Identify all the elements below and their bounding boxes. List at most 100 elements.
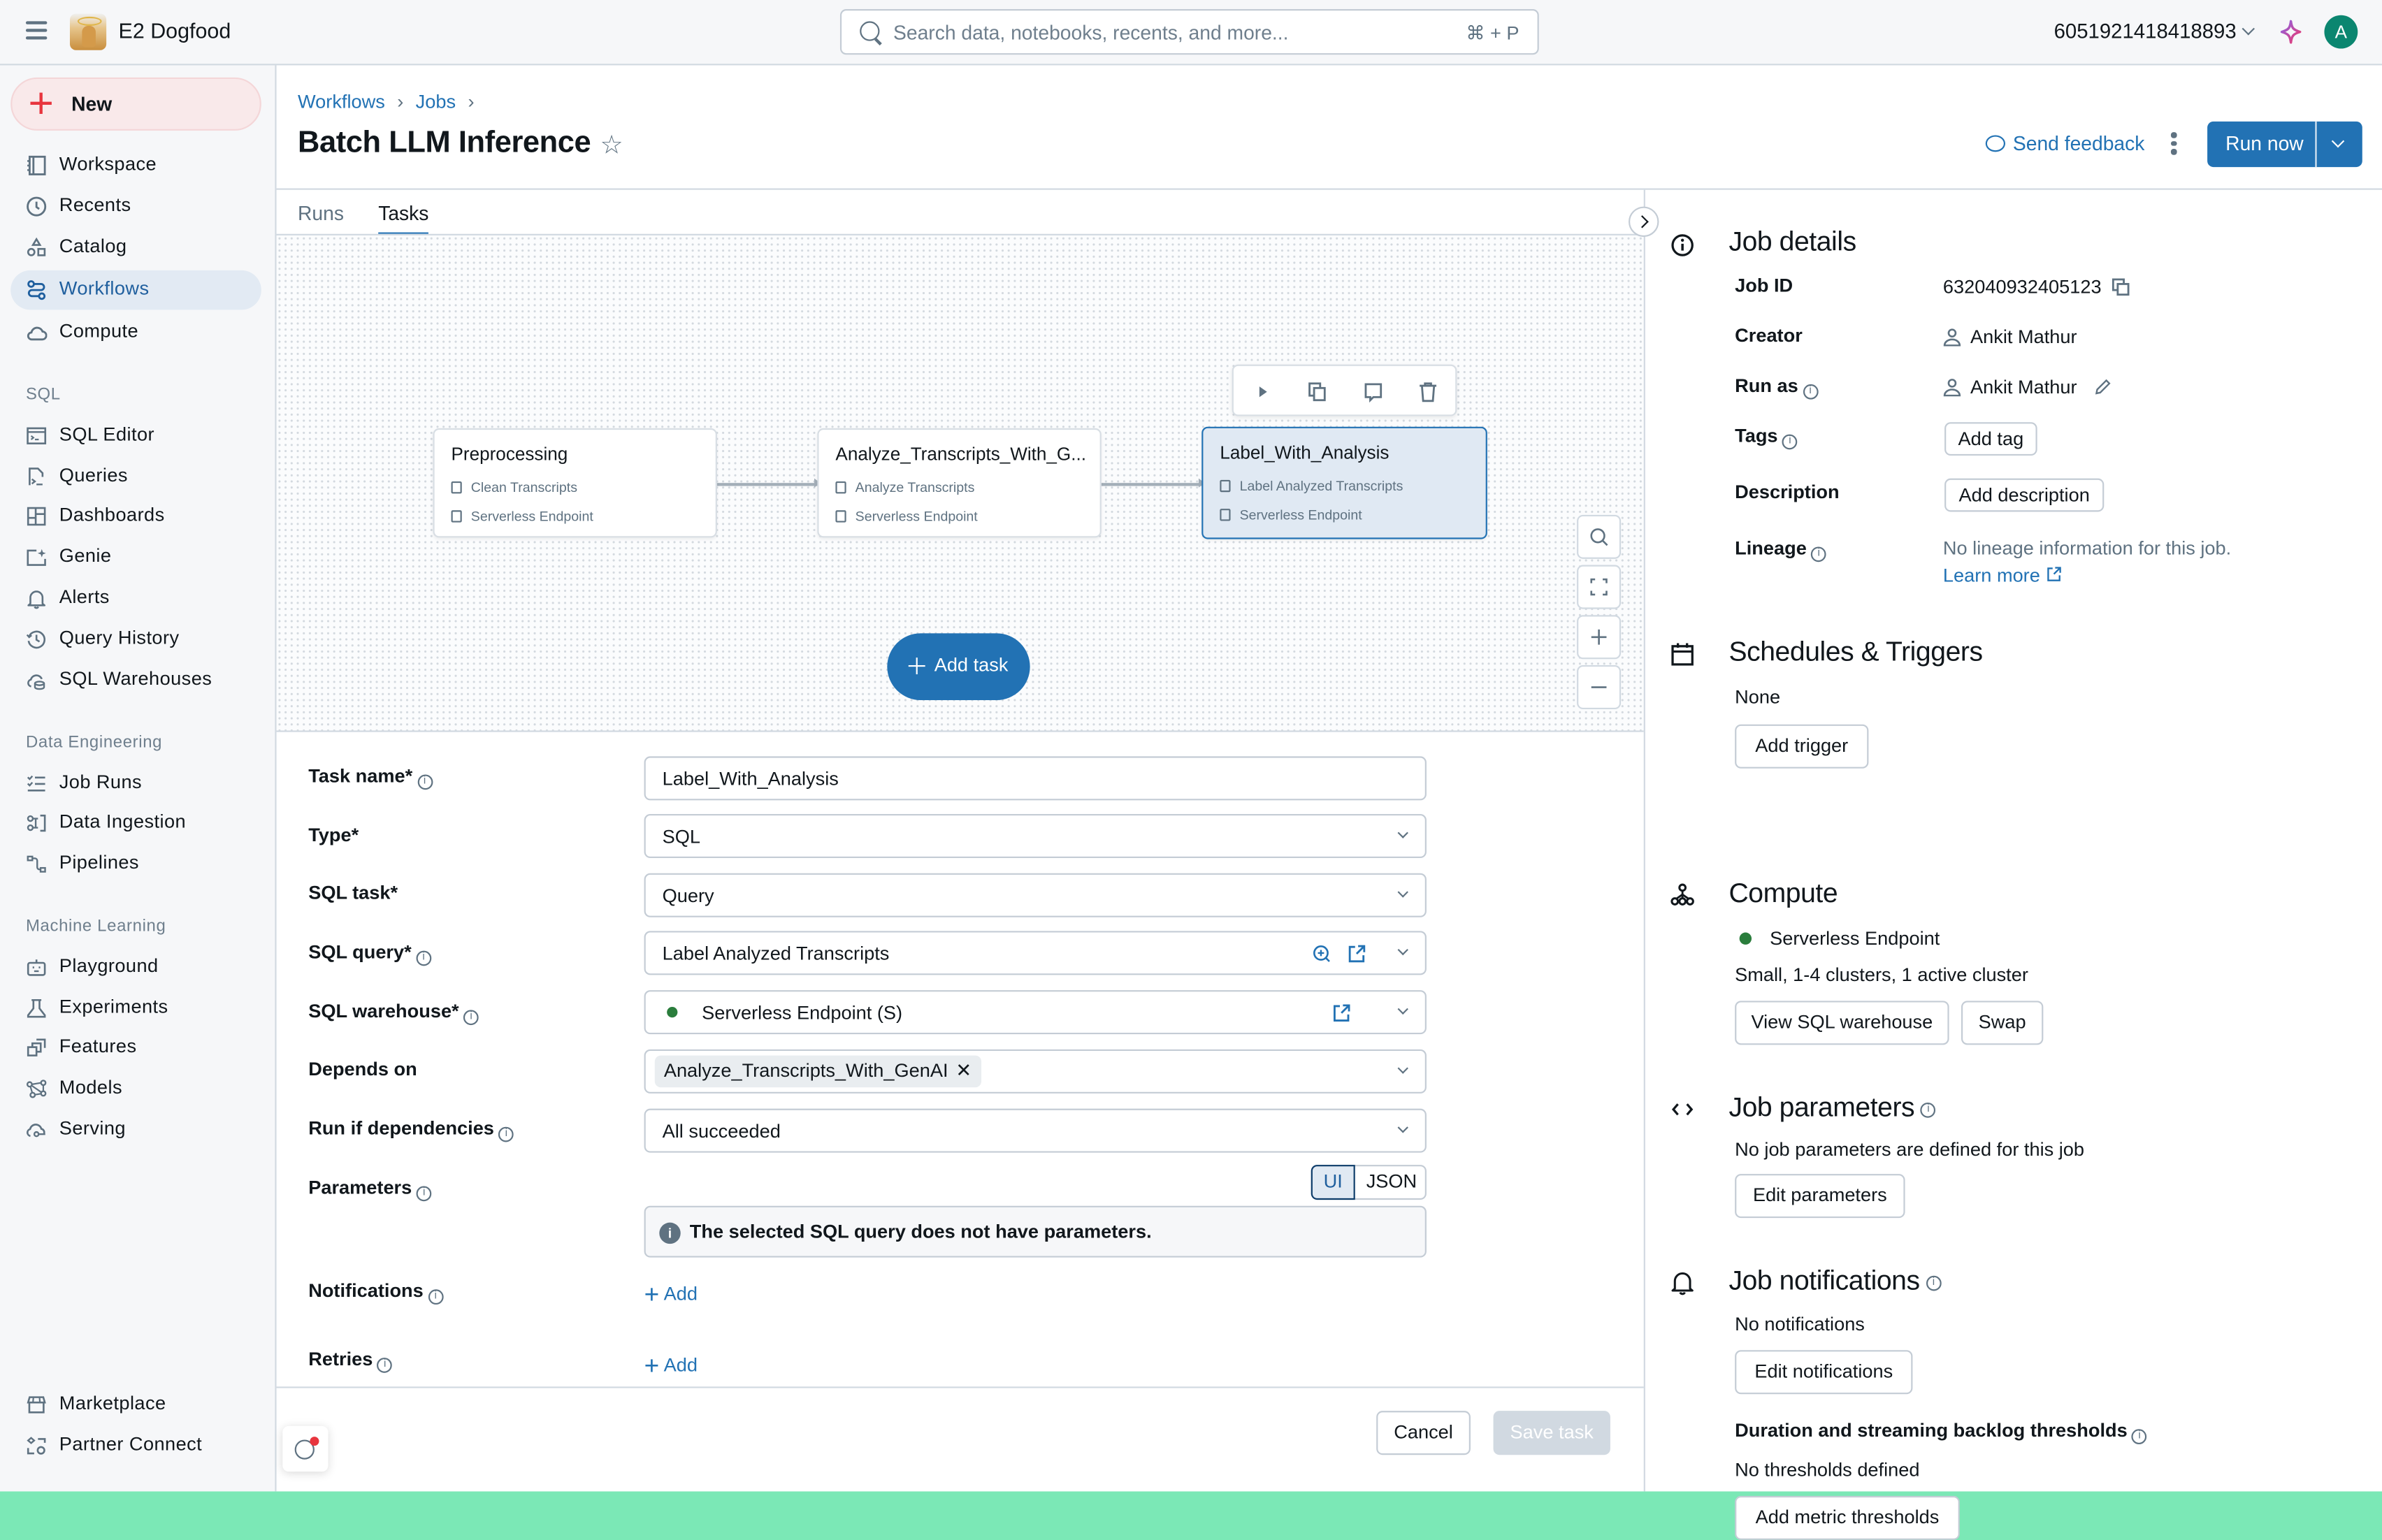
- info-icon[interactable]: i: [417, 774, 433, 790]
- run-now-button[interactable]: Run now: [2207, 121, 2362, 168]
- history-icon: [26, 629, 47, 650]
- view-sql-warehouse-button[interactable]: View SQL warehouse: [1735, 1001, 1949, 1045]
- preview-query-icon[interactable]: [1313, 945, 1332, 964]
- sql-query-select[interactable]: Label Analyzed Transcripts: [644, 931, 1427, 975]
- sidebar-item-marketplace[interactable]: Marketplace: [10, 1385, 261, 1425]
- run-if-select[interactable]: All succeeded: [644, 1108, 1427, 1153]
- sidebar-section-sql: SQL: [25, 386, 61, 405]
- remove-dependency-icon[interactable]: ✕: [955, 1060, 972, 1081]
- add-description-button[interactable]: Add description: [1944, 478, 2105, 512]
- sidebar-item-data-ingestion[interactable]: Data Ingestion: [10, 804, 261, 843]
- info-icon[interactable]: i: [1803, 384, 1819, 400]
- save-task-button[interactable]: Save task: [1493, 1411, 1610, 1455]
- swap-button[interactable]: Swap: [1961, 1001, 2044, 1045]
- breadcrumb-workflows[interactable]: Workflows: [298, 91, 385, 112]
- more-options-icon[interactable]: [2170, 132, 2179, 157]
- edit-notifications-button[interactable]: Edit notifications: [1735, 1350, 1913, 1395]
- type-select[interactable]: SQL: [644, 813, 1427, 859]
- add-trigger-button[interactable]: Add trigger: [1735, 724, 1869, 769]
- zoom-out-button[interactable]: [1577, 664, 1622, 710]
- add-task-button[interactable]: Add task: [887, 633, 1030, 700]
- history-button[interactable]: [282, 1425, 329, 1472]
- send-feedback-link[interactable]: Send feedback: [1985, 132, 2144, 155]
- sidebar-item-sql-editor[interactable]: SQL Editor: [10, 416, 261, 456]
- sidebar-item-pipelines[interactable]: Pipelines: [10, 844, 261, 884]
- run-task-icon[interactable]: [1250, 379, 1275, 404]
- task-node-query: Label Analyzed Transcripts: [1220, 479, 1403, 493]
- open-external-icon[interactable]: [1348, 945, 1366, 963]
- sidebar-item-job-runs[interactable]: Job Runs: [10, 764, 261, 804]
- sidebar-item-experiments[interactable]: Experiments: [10, 989, 261, 1029]
- edit-parameters-button[interactable]: Edit parameters: [1735, 1174, 1905, 1219]
- sidebar-item-serving[interactable]: Serving: [10, 1110, 261, 1150]
- info-icon[interactable]: i: [416, 950, 431, 966]
- sidebar-item-query-history[interactable]: Query History: [10, 620, 261, 660]
- info-icon[interactable]: i: [1782, 434, 1798, 450]
- search-input[interactable]: Search data, notebooks, recents, and mor…: [839, 9, 1539, 55]
- add-retry-link[interactable]: + Add: [644, 1349, 698, 1380]
- breadcrumb-jobs[interactable]: Jobs: [416, 91, 456, 112]
- collapse-panel-button[interactable]: [1628, 206, 1659, 238]
- duplicate-task-icon[interactable]: [1305, 379, 1329, 404]
- sidebar-item-dashboards[interactable]: Dashboards: [10, 497, 261, 537]
- job-id-value: 632040932405123: [1943, 275, 2130, 298]
- sidebar-item-catalog[interactable]: Catalog: [10, 228, 261, 268]
- add-notification-link[interactable]: + Add: [644, 1277, 698, 1309]
- canvas-search-button[interactable]: [1577, 514, 1622, 559]
- fit-view-button[interactable]: [1577, 565, 1622, 609]
- dependency-chip: Analyze_Transcripts_With_GenAI ✕: [654, 1055, 981, 1088]
- info-icon[interactable]: i: [1926, 1275, 1942, 1291]
- sidebar-item-recents[interactable]: Recents: [10, 187, 261, 226]
- new-button[interactable]: New: [10, 77, 261, 131]
- dag-canvas[interactable]: Preprocessing Clean Transcripts Serverle…: [276, 233, 1644, 732]
- account-switcher[interactable]: 6051921418418893: [2054, 20, 2255, 43]
- delete-task-icon[interactable]: [1416, 379, 1441, 404]
- info-icon[interactable]: i: [416, 1186, 432, 1202]
- sidebar-item-genie[interactable]: Genie: [10, 537, 261, 577]
- sql-task-select[interactable]: Query: [644, 873, 1427, 917]
- zoom-in-button[interactable]: [1577, 615, 1622, 660]
- info-icon[interactable]: i: [1811, 546, 1827, 562]
- repair-task-icon[interactable]: [1361, 379, 1385, 404]
- sidebar-item-queries[interactable]: Queries: [10, 457, 261, 497]
- sidebar-item-playground[interactable]: Playground: [10, 947, 261, 987]
- tab-runs[interactable]: Runs: [298, 202, 344, 225]
- sidebar-item-alerts[interactable]: Alerts: [10, 579, 261, 618]
- task-name-input[interactable]: Label_With_Analysis: [644, 756, 1427, 801]
- edit-pencil-icon[interactable]: [2093, 378, 2112, 396]
- sql-warehouse-select[interactable]: Serverless Endpoint (S): [644, 990, 1427, 1035]
- depends-on-select[interactable]: Analyze_Transcripts_With_GenAI ✕: [644, 1049, 1427, 1094]
- sidebar-item-workspace[interactable]: Workspace: [10, 146, 261, 186]
- parameters-mode-json[interactable]: JSON: [1357, 1166, 1427, 1198]
- sidebar-item-partner-connect[interactable]: Partner Connect: [10, 1426, 261, 1466]
- task-node-analyze-transcripts[interactable]: Analyze_Transcripts_With_G... Analyze Tr…: [817, 428, 1102, 538]
- sidebar-item-models[interactable]: Models: [10, 1069, 261, 1109]
- assistant-sparkle-icon[interactable]: [2279, 18, 2303, 45]
- user-avatar[interactable]: A: [2324, 15, 2358, 49]
- menu-icon[interactable]: [25, 21, 48, 40]
- info-icon[interactable]: i: [377, 1358, 393, 1373]
- favorite-star-icon[interactable]: ☆: [600, 131, 623, 161]
- add-metric-thresholds-button[interactable]: Add metric thresholds: [1735, 1495, 1960, 1540]
- info-icon[interactable]: i: [1920, 1102, 1936, 1118]
- sidebar-item-features[interactable]: Features: [10, 1028, 261, 1068]
- parameters-mode-ui[interactable]: UI: [1311, 1165, 1355, 1200]
- info-icon[interactable]: i: [463, 1010, 479, 1026]
- info-icon[interactable]: i: [428, 1289, 444, 1305]
- info-icon[interactable]: i: [498, 1126, 514, 1142]
- run-options-chevron-icon[interactable]: [2331, 134, 2345, 148]
- sidebar-item-sql-warehouses[interactable]: SQL Warehouses: [10, 660, 261, 700]
- copy-icon[interactable]: [2112, 278, 2130, 296]
- open-external-icon[interactable]: [1332, 1004, 1350, 1022]
- task-node-preprocessing[interactable]: Preprocessing Clean Transcripts Serverle…: [433, 428, 717, 538]
- add-tag-button[interactable]: Add tag: [1944, 422, 2037, 456]
- info-icon[interactable]: i: [2132, 1429, 2147, 1444]
- task-node-label-with-analysis[interactable]: Label_With_Analysis Label Analyzed Trans…: [1201, 426, 1487, 539]
- storefront-icon: [26, 1394, 47, 1415]
- cancel-button[interactable]: Cancel: [1376, 1411, 1471, 1455]
- sidebar-item-workflows[interactable]: Workflows: [10, 270, 261, 310]
- sidebar-item-compute[interactable]: Compute: [10, 313, 261, 353]
- learn-more-link[interactable]: Learn more: [1943, 565, 2061, 586]
- tab-tasks[interactable]: Tasks: [378, 202, 429, 236]
- workspace-logo: [69, 13, 107, 50]
